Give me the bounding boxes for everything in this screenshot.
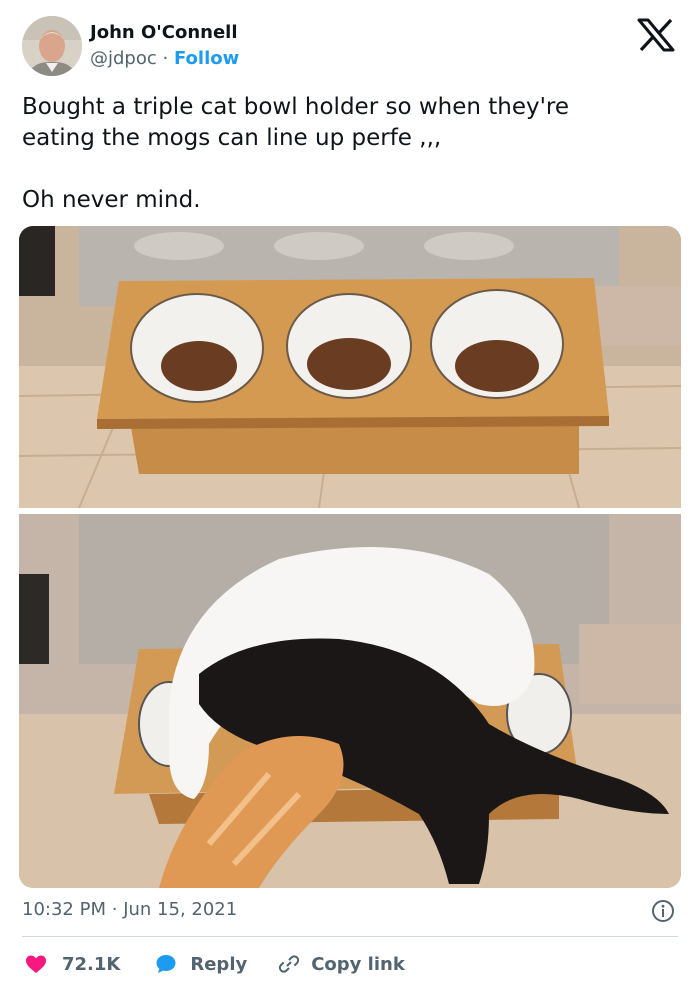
photo-empty-bowls[interactable]	[19, 226, 681, 508]
tweet-timestamp[interactable]: 10:32 PM · Jun 15, 2021	[22, 899, 237, 920]
tweet-line: eating the mogs can line up perfe ,,,	[22, 125, 442, 151]
heart-icon	[26, 955, 46, 973]
reply-button[interactable]: Reply	[154, 952, 247, 976]
avatar[interactable]	[22, 16, 82, 76]
tweet-line: Oh never mind.	[22, 187, 201, 213]
follow-button[interactable]: Follow	[174, 48, 239, 69]
tweet-time: 10:32 PM	[22, 899, 106, 920]
info-icon[interactable]	[651, 899, 675, 923]
tweet-text: Bought a triple cat bowl holder so when …	[22, 92, 682, 216]
x-logo-icon[interactable]	[636, 18, 676, 52]
author-handle[interactable]: @jdpoc	[90, 48, 157, 69]
reply-bubble-icon	[156, 955, 176, 973]
author-handle-line: @jdpoc · Follow	[90, 48, 239, 69]
copy-link-button[interactable]: Copy link	[277, 952, 405, 976]
author-name[interactable]: John O'Connell	[90, 22, 238, 43]
handle-separator: ·	[162, 48, 169, 69]
link-icon	[279, 955, 300, 973]
timestamp-separator: ·	[111, 899, 118, 920]
tweet-actions: 72.1K Reply Copy link	[24, 950, 405, 978]
tweet-date: Jun 15, 2021	[123, 899, 238, 920]
like-count: 72.1K	[62, 953, 121, 975]
reply-label: Reply	[190, 953, 248, 975]
like-button[interactable]: 72.1K	[24, 952, 120, 976]
divider	[22, 936, 678, 937]
photo-cats-eating[interactable]	[19, 514, 681, 888]
copy-link-label: Copy link	[311, 953, 405, 975]
tweet-line: Bought a triple cat bowl holder so when …	[22, 94, 570, 120]
